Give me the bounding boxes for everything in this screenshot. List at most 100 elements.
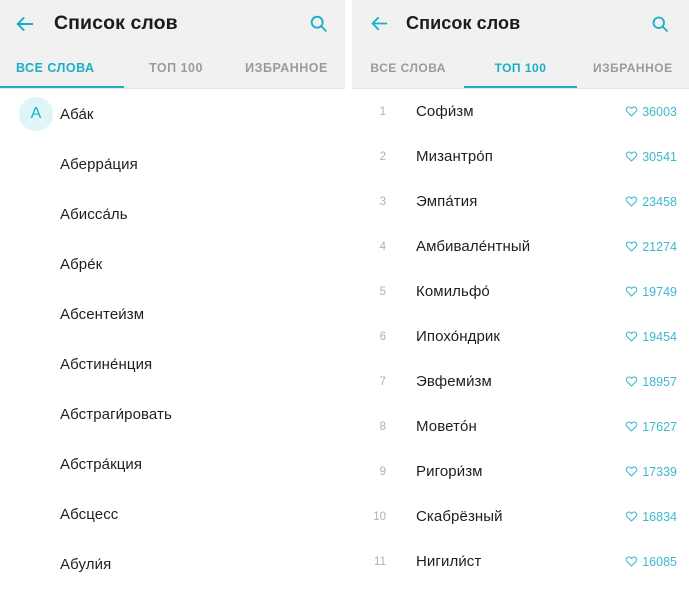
tab-label: ТОП 100 (149, 61, 203, 75)
rank-number: 7 (379, 375, 386, 388)
heart-icon (625, 151, 638, 162)
tab-top-100[interactable]: ТОП 100 (124, 47, 228, 89)
back-arrow-icon[interactable] (12, 11, 38, 37)
search-icon[interactable] (647, 11, 673, 37)
heart-icon (625, 556, 638, 567)
likes-count: 19454 (642, 329, 677, 344)
list-item[interactable]: Абсентеи́зм (0, 289, 345, 339)
avatar: А (19, 97, 53, 131)
table-row[interactable]: 3 Эмпа́тия 23458 (352, 179, 689, 224)
likes-count: 21274 (642, 239, 677, 254)
word-label: Ипохо́ндрик (416, 328, 501, 345)
likes-group[interactable]: 36003 (625, 105, 677, 119)
tabs-top-100: ВСЕ СЛОВА ТОП 100 ИЗБРАННОЕ (352, 47, 689, 89)
rank-number: 3 (379, 195, 386, 208)
word-label: Нигили́ст (416, 553, 482, 570)
heart-icon (625, 241, 638, 252)
word-label: Эвфеми́зм (416, 373, 492, 390)
word-label: Скабрёзный (416, 508, 503, 525)
word-label: Эмпа́тия (416, 193, 478, 210)
list-item[interactable]: Абисса́ль (0, 189, 345, 239)
heart-icon (625, 286, 638, 297)
list-item[interactable]: Абре́к (0, 239, 345, 289)
rank-number: 5 (379, 285, 386, 298)
appbar-top-100: Список слов (352, 0, 689, 47)
word-label: Абсентеи́зм (60, 305, 145, 323)
list-item[interactable]: Абули́я (0, 539, 345, 589)
likes-group[interactable]: 19454 (625, 330, 677, 344)
likes-count: 16834 (642, 509, 677, 524)
likes-group[interactable]: 16085 (625, 555, 677, 569)
rank-number: 4 (379, 240, 386, 253)
tabs-divider (352, 88, 689, 89)
likes-count: 30541 (642, 149, 677, 164)
tabs-divider (0, 88, 345, 89)
tab-label: ТОП 100 (494, 61, 547, 75)
rank-number: 6 (379, 330, 386, 343)
word-label: Комильфо́ (416, 283, 490, 300)
likes-group[interactable]: 23458 (625, 195, 677, 209)
tab-all-words[interactable]: ВСЕ СЛОВА (352, 47, 464, 89)
word-label: Абстраги́ровать (60, 405, 172, 423)
word-list[interactable]: А Аба́к Аберра́ция Абисса́ль Абре́к Абсе… (0, 89, 345, 600)
likes-group[interactable]: 17339 (625, 465, 677, 479)
word-label: Абисса́ль (60, 205, 128, 223)
word-label: Мизантро́п (416, 148, 493, 165)
tab-label: ИЗБРАННОЕ (593, 61, 673, 75)
word-label: Абстине́нция (60, 355, 153, 373)
search-icon[interactable] (305, 11, 331, 37)
table-row[interactable]: 11 Нигили́ст 16085 (352, 539, 689, 584)
list-item[interactable]: Абстине́нция (0, 339, 345, 389)
table-row[interactable]: 7 Эвфеми́зм 18957 (352, 359, 689, 404)
list-item[interactable]: Абсцесс (0, 489, 345, 539)
list-item[interactable]: Абстра́кция (0, 439, 345, 489)
table-row[interactable]: 10 Скабрёзный 16834 (352, 494, 689, 539)
likes-count: 36003 (642, 104, 677, 119)
word-label: Моветóн (416, 418, 477, 435)
likes-count: 23458 (642, 194, 677, 209)
table-row[interactable]: 6 Ипохо́ндрик 19454 (352, 314, 689, 359)
likes-count: 18957 (642, 374, 677, 389)
word-label: Амбивале́нтный (416, 238, 531, 255)
likes-group[interactable]: 16834 (625, 510, 677, 524)
tab-label: ВСЕ СЛОВА (370, 61, 446, 75)
likes-count: 19749 (642, 284, 677, 299)
tab-top-100[interactable]: ТОП 100 (464, 47, 577, 89)
likes-group[interactable]: 18957 (625, 375, 677, 389)
heart-icon (625, 331, 638, 342)
table-row[interactable]: 5 Комильфо́ 19749 (352, 269, 689, 314)
likes-count: 17627 (642, 419, 677, 434)
likes-group[interactable]: 19749 (625, 285, 677, 299)
back-arrow-icon[interactable] (366, 11, 392, 37)
list-item[interactable]: А Аба́к (0, 89, 345, 139)
heart-icon (625, 376, 638, 387)
rank-number: 2 (379, 150, 386, 163)
word-label: Абули́я (60, 555, 112, 573)
word-label: Ригори́зм (416, 463, 483, 480)
likes-group[interactable]: 17627 (625, 420, 677, 434)
page-title: Список слов (54, 12, 178, 34)
tab-all-words[interactable]: ВСЕ СЛОВА (0, 47, 124, 89)
likes-count: 17339 (642, 464, 677, 479)
panel-all-words: Список слов ВСЕ СЛОВА ТОП 100 ИЗБРАННОЕ (0, 0, 345, 600)
list-item[interactable]: Авгу́ры (0, 589, 345, 600)
likes-group[interactable]: 21274 (625, 240, 677, 254)
ranked-word-list[interactable]: 1 Софи́зм 36003 2 Мизантро́п 30541 3 Эмп… (352, 89, 689, 600)
table-row[interactable]: 9 Ригори́зм 17339 (352, 449, 689, 494)
heart-icon (625, 466, 638, 477)
word-label: Абсцесс (60, 505, 119, 523)
likes-group[interactable]: 30541 (625, 150, 677, 164)
table-row[interactable]: 4 Амбивале́нтный 21274 (352, 224, 689, 269)
heart-icon (625, 511, 638, 522)
tab-favorites[interactable]: ИЗБРАННОЕ (228, 47, 345, 89)
panel-divider (345, 0, 352, 600)
table-row[interactable]: 2 Мизантро́п 30541 (352, 134, 689, 179)
heart-icon (625, 196, 638, 207)
table-row[interactable]: 8 Моветóн 17627 (352, 404, 689, 449)
tab-favorites[interactable]: ИЗБРАННОЕ (577, 47, 689, 89)
list-item[interactable]: Аберра́ция (0, 139, 345, 189)
word-label: Абстра́кция (60, 455, 143, 473)
list-item[interactable]: Абстраги́ровать (0, 389, 345, 439)
table-row[interactable]: 1 Софи́зм 36003 (352, 89, 689, 134)
dual-screenshot-container: Список слов ВСЕ СЛОВА ТОП 100 ИЗБРАННОЕ (0, 0, 689, 600)
